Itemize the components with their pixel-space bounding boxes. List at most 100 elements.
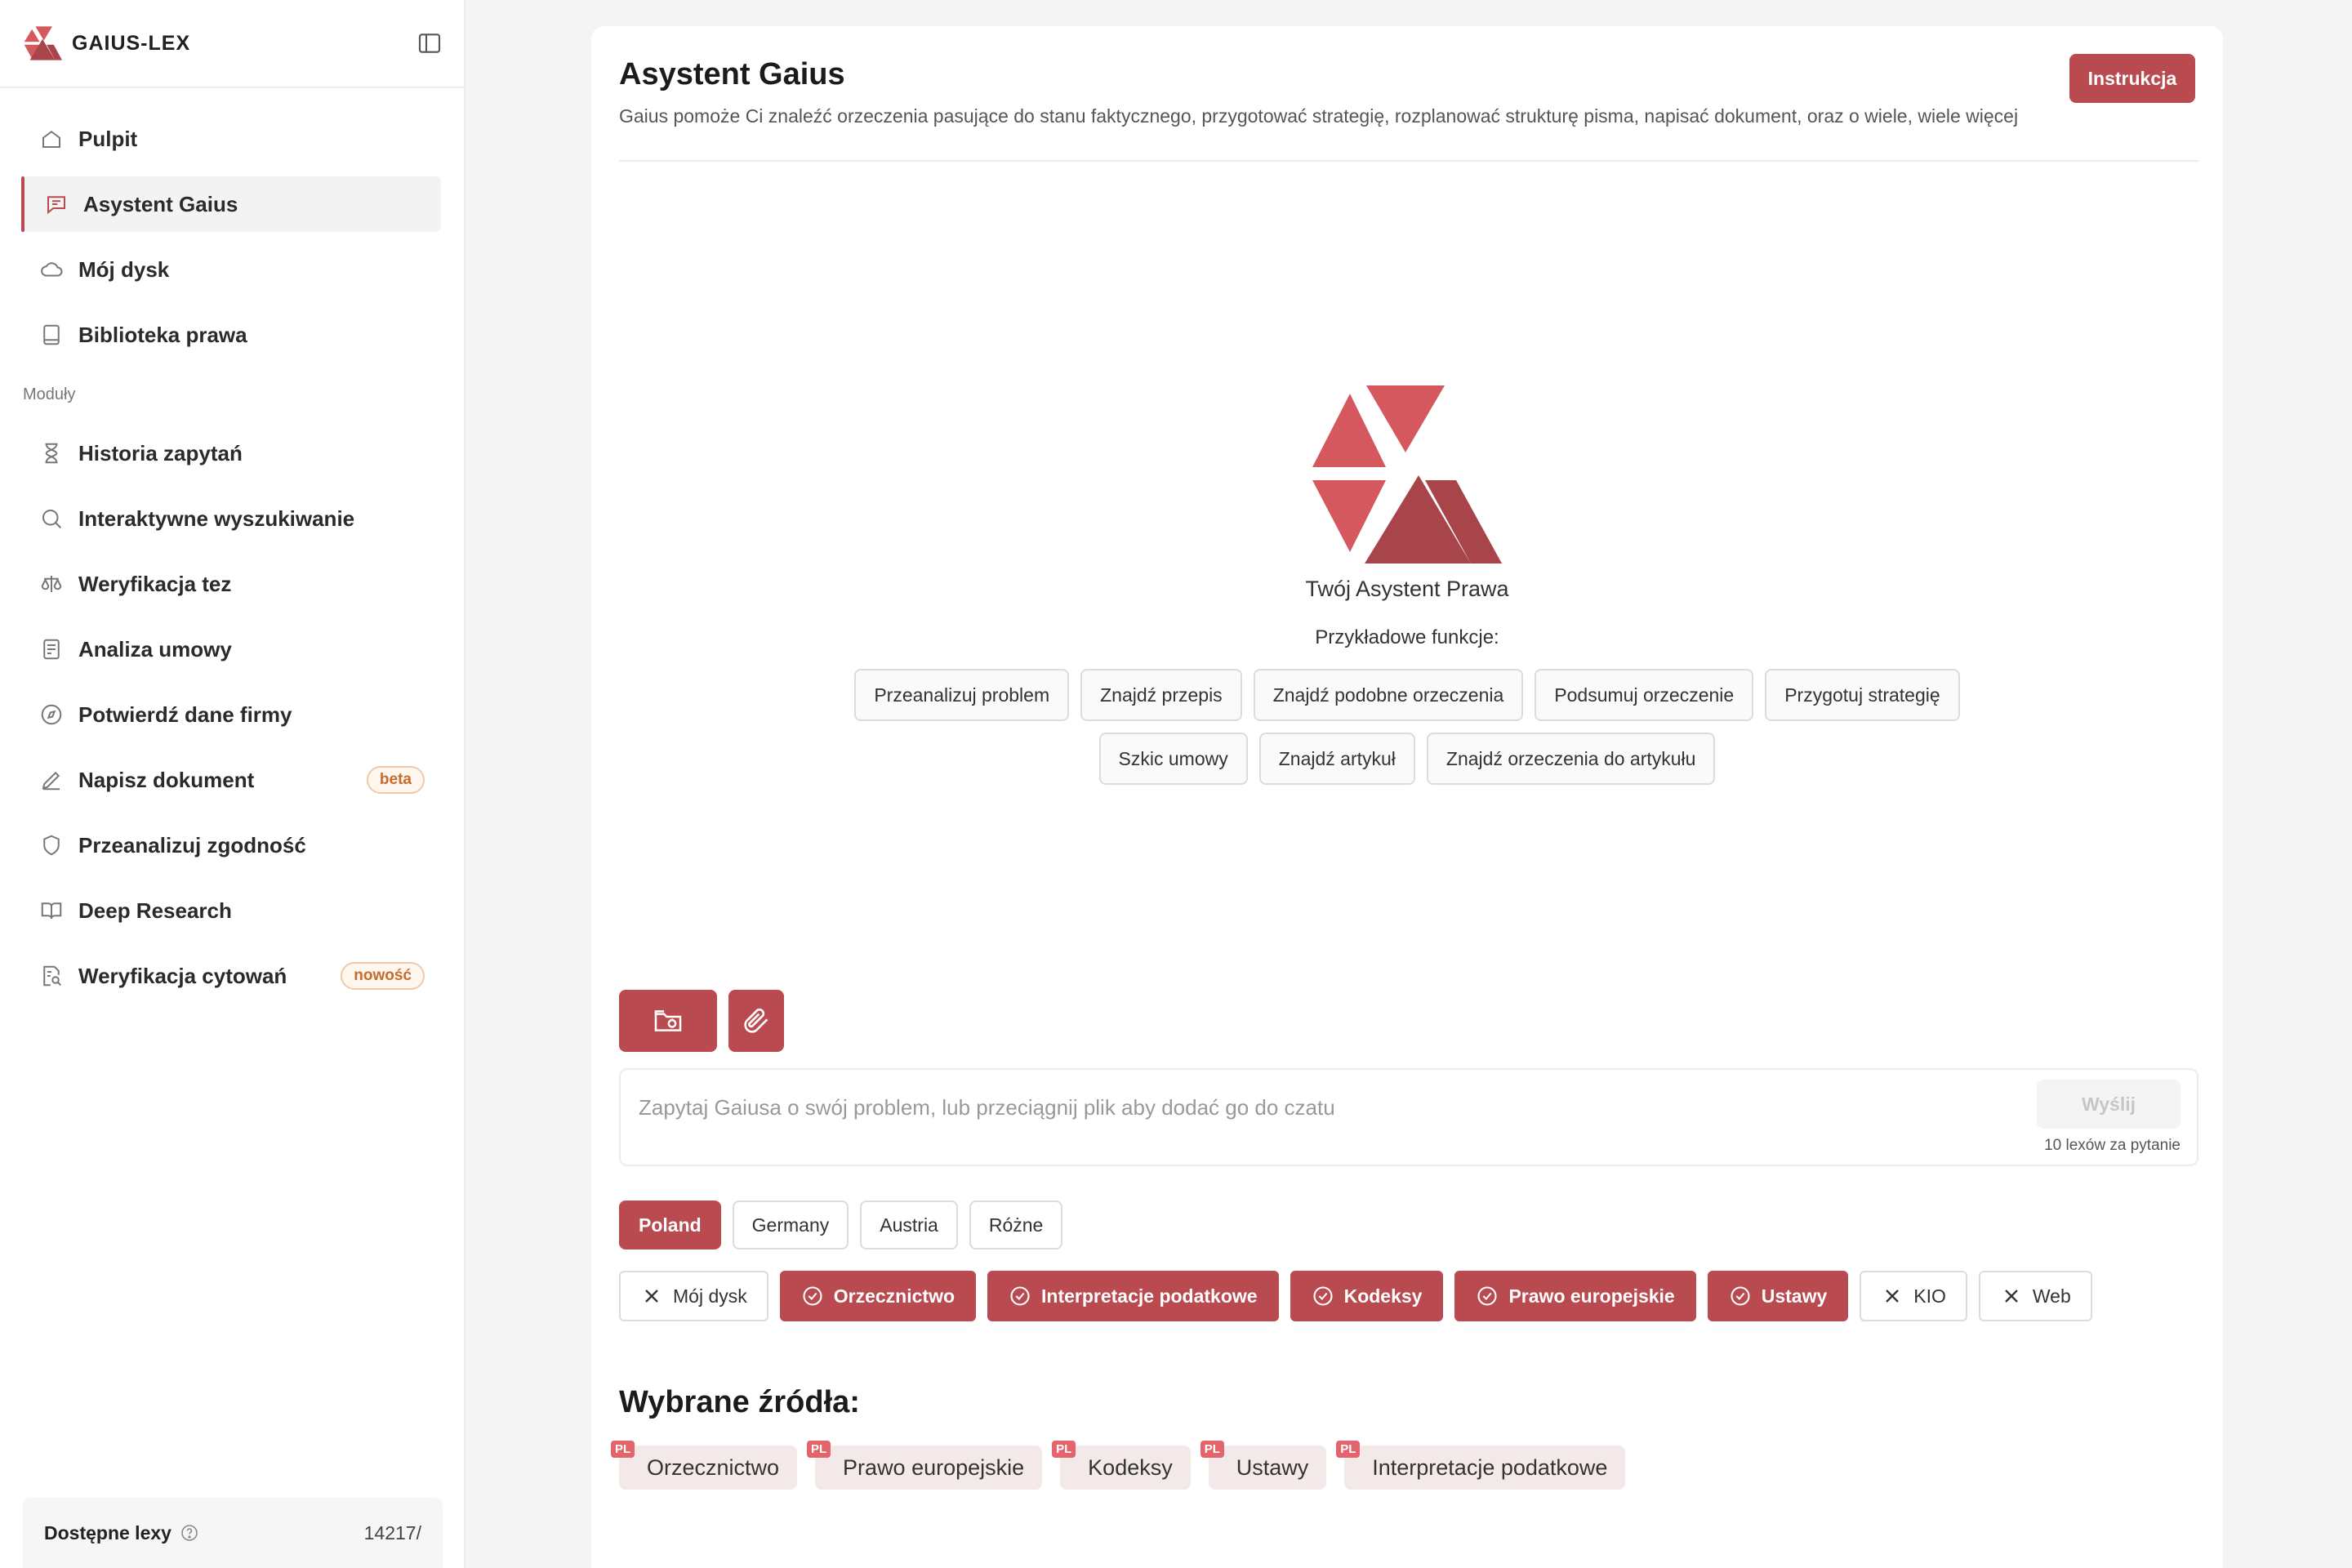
selected-sources-title: Wybrane źródła: xyxy=(619,1385,860,1419)
beta-badge: beta xyxy=(366,766,425,794)
sidebar-header: GAIUS-LEX xyxy=(0,0,464,88)
chat-input-box: Wyślij 10 lexów za pytanie xyxy=(619,1068,2198,1166)
sidebar-item-historia-zapytan[interactable]: Historia zapytań xyxy=(23,425,441,481)
country-poland[interactable]: Poland xyxy=(619,1200,721,1250)
sidebar-item-przeanalizuj-zgodnosc[interactable]: Przeanalizuj zgodność xyxy=(23,817,441,873)
source-label: Kodeksy xyxy=(1343,1285,1423,1307)
sidebar-item-label: Interaktywne wyszukiwanie xyxy=(78,506,355,531)
hero: Twój Asystent Prawa Przykładowe funkcje:… xyxy=(591,385,2223,785)
pl-badge: PL xyxy=(1200,1441,1224,1458)
send-button[interactable]: Wyślij xyxy=(2037,1080,2180,1129)
sidebar-item-label: Przeanalizuj zgodność xyxy=(78,832,306,858)
source-label: Interpretacje podatkowe xyxy=(1041,1285,1258,1307)
source-kio[interactable]: KIO xyxy=(1860,1271,1967,1321)
sidebar-item-biblioteka-prawa[interactable]: Biblioteka prawa xyxy=(23,307,441,363)
selected-source-tag: PL Ustawy xyxy=(1200,1441,1327,1490)
book-icon xyxy=(39,323,64,347)
cost-label: 10 lexów za pytanie xyxy=(2044,1137,2180,1154)
page-header: Asystent Gaius Gaius pomoże Ci znaleźć o… xyxy=(619,57,2198,127)
search-icon xyxy=(39,506,64,531)
country-selector: Poland Germany Austria Różne xyxy=(619,1200,1063,1250)
sidebar: GAIUS-LEX Pulpit Asystent Gaius Mój dysk… xyxy=(0,0,466,1568)
sidebar-item-pulpit[interactable]: Pulpit xyxy=(23,111,441,167)
x-icon xyxy=(645,1290,658,1303)
source-moj-dysk[interactable]: Mój dysk xyxy=(619,1271,768,1321)
pen-icon xyxy=(39,768,64,792)
country-rozne[interactable]: Różne xyxy=(969,1200,1063,1250)
examples-label: Przykładowe funkcje: xyxy=(1315,626,1499,648)
source-label: KIO xyxy=(1913,1285,1946,1307)
sidebar-item-deep-research[interactable]: Deep Research xyxy=(23,883,441,938)
selected-source-tag: PL Orzecznictwo xyxy=(611,1441,798,1490)
country-austria[interactable]: Austria xyxy=(860,1200,958,1250)
source-label: Orzecznictwo xyxy=(833,1285,956,1307)
country-germany[interactable]: Germany xyxy=(732,1200,849,1250)
check-circle-icon xyxy=(803,1286,822,1306)
sidebar-item-label: Historia zapytań xyxy=(78,440,243,466)
chat-input[interactable] xyxy=(639,1091,2027,1124)
available-lexy-value: 14217/ xyxy=(363,1521,421,1544)
instruction-button[interactable]: Instrukcja xyxy=(2069,54,2195,103)
sidebar-item-label: Deep Research xyxy=(78,898,232,923)
selected-source-tag: PL Interpretacje podatkowe xyxy=(1336,1441,1626,1490)
attach-file-button[interactable] xyxy=(728,990,784,1052)
folder-icon xyxy=(654,1010,682,1031)
gaius-logo-icon xyxy=(24,26,62,60)
sidebar-item-napisz-dokument[interactable]: Napisz dokument beta xyxy=(23,752,441,808)
new-badge: nowość xyxy=(341,962,425,990)
sidebar-item-label: Napisz dokument xyxy=(78,767,255,792)
selected-source-label: Ustawy xyxy=(1236,1454,1309,1480)
home-icon xyxy=(39,127,64,151)
sidebar-item-weryfikacja-cytowan[interactable]: Weryfikacja cytowań nowość xyxy=(23,948,441,1004)
source-kodeksy[interactable]: Kodeksy xyxy=(1290,1271,1444,1321)
pl-badge: PL xyxy=(611,1441,635,1458)
source-orzecznictwo[interactable]: Orzecznictwo xyxy=(779,1271,977,1321)
example-chip[interactable]: Szkic umowy xyxy=(1098,733,1248,785)
pl-badge: PL xyxy=(1052,1441,1076,1458)
gaius-hero-logo-icon xyxy=(1312,385,1502,564)
source-toggles: Mój dysk Orzecznictwo Interpretacje poda… xyxy=(619,1271,2092,1321)
open-book-icon xyxy=(39,898,64,923)
source-label: Ustawy xyxy=(1761,1285,1828,1307)
pl-badge: PL xyxy=(807,1441,831,1458)
example-chip[interactable]: Znajdź podobne orzeczenia xyxy=(1253,669,1524,721)
shield-icon xyxy=(39,833,64,858)
pl-badge: PL xyxy=(1336,1441,1361,1458)
example-chip[interactable]: Podsumuj orzeczenie xyxy=(1535,669,1754,721)
example-chip[interactable]: Znajdź orzeczenia do artykułu xyxy=(1426,733,1716,785)
cloud-icon xyxy=(39,257,64,282)
example-chip[interactable]: Znajdź przepis xyxy=(1080,669,1242,721)
sidebar-item-label: Analiza umowy xyxy=(78,636,232,662)
example-chip[interactable]: Przygotuj strategię xyxy=(1765,669,1960,721)
hourglass-icon xyxy=(39,441,64,466)
sidebar-item-label: Weryfikacja tez xyxy=(78,571,232,596)
available-lexy: Dostępne lexy 14217/ xyxy=(23,1498,443,1568)
selected-source-label: Orzecznictwo xyxy=(647,1454,780,1480)
sidebar-item-label: Mój dysk xyxy=(78,256,170,282)
selected-source-label: Kodeksy xyxy=(1088,1454,1173,1480)
sidebar-toggle-icon[interactable] xyxy=(416,30,443,56)
sidebar-item-weryfikacja-tez[interactable]: Weryfikacja tez xyxy=(23,556,441,612)
select-folder-button[interactable] xyxy=(619,990,717,1052)
source-web[interactable]: Web xyxy=(1978,1271,2092,1321)
x-icon xyxy=(2005,1290,2018,1303)
example-chips-row-1: Przeanalizuj problem Znajdź przepis Znaj… xyxy=(591,669,2223,721)
check-circle-icon xyxy=(1477,1286,1498,1306)
selected-sources: PL Orzecznictwo PL Prawo europejskie PL Kod… xyxy=(611,1441,1626,1490)
page-subtitle: Gaius pomoże Ci znaleźć orzeczenia pasuj… xyxy=(619,105,2019,127)
source-prawo-europejskie[interactable]: Prawo europejskie xyxy=(1454,1271,1696,1321)
source-interpretacje-podatkowe[interactable]: Interpretacje podatkowe xyxy=(987,1271,1279,1321)
sidebar-item-asystent-gaius[interactable]: Asystent Gaius xyxy=(21,176,441,232)
sidebar-item-moj-dysk[interactable]: Mój dysk xyxy=(23,242,441,297)
sidebar-nav: Pulpit Asystent Gaius Mój dysk Bibliotek… xyxy=(0,88,464,1004)
source-label: Mój dysk xyxy=(673,1285,747,1307)
brand-name: GAIUS-LEX xyxy=(72,31,191,55)
example-chip[interactable]: Znajdź artykuł xyxy=(1258,733,1415,785)
help-icon[interactable] xyxy=(180,1523,199,1543)
sidebar-item-potwierdz-dane-firmy[interactable]: Potwierdź dane firmy xyxy=(23,687,441,742)
sidebar-item-analiza-umowy[interactable]: Analiza umowy xyxy=(23,621,441,677)
example-chip[interactable]: Przeanalizuj problem xyxy=(854,669,1070,721)
check-circle-icon xyxy=(1010,1286,1030,1306)
source-ustawy[interactable]: Ustawy xyxy=(1707,1271,1849,1321)
sidebar-item-interaktywne-wyszukiwanie[interactable]: Interaktywne wyszukiwanie xyxy=(23,491,441,546)
